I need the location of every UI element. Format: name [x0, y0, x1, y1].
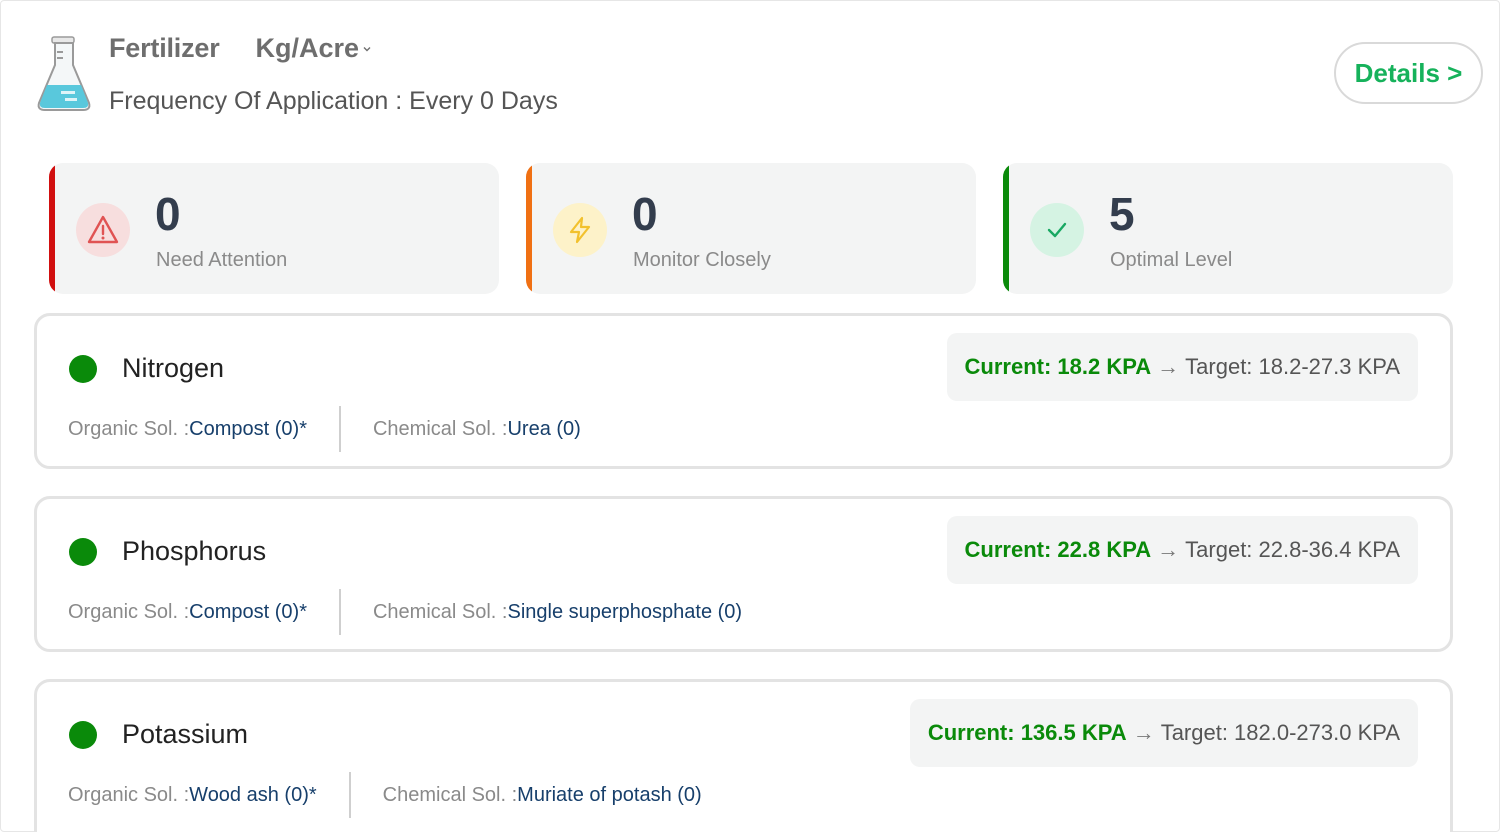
organic-solution-link[interactable]: Compost (0)* — [189, 601, 307, 624]
status-count: 0 — [155, 188, 181, 240]
chevron-down-icon — [363, 46, 371, 51]
status-bar-green — [1003, 163, 1009, 294]
arrow-right-icon: → — [1157, 354, 1180, 379]
divider — [338, 589, 341, 635]
level-pill: Current: 22.8 KPA → Target: 22.8-36.4 KP… — [946, 516, 1418, 584]
target-range: Target: 182.0-273.0 KPA — [1160, 720, 1400, 745]
current-level: Current: 136.5 KPA — [927, 720, 1127, 745]
unit-dropdown-value: Kg/Acre — [255, 33, 360, 63]
chemical-solution-link[interactable]: Muriate of potash (0) — [517, 784, 702, 807]
status-count: 5 — [1109, 188, 1135, 240]
status-card-need-attention[interactable]: 0 Need Attention — [49, 163, 499, 294]
chemical-solution-link[interactable]: Urea (0) — [507, 418, 580, 441]
frequency-value: Every 0 Days — [409, 87, 558, 115]
status-count: 0 — [632, 188, 658, 240]
flask-icon — [37, 36, 91, 111]
solutions-row: Organic Sol. : Wood ash (0)* Chemical So… — [68, 772, 702, 818]
status-dot — [69, 538, 97, 566]
solutions-row: Organic Sol. : Compost (0)* Chemical Sol… — [68, 406, 581, 452]
status-bar-red — [49, 163, 55, 294]
nutrient-card-potassium[interactable]: Potassium Organic Sol. : Wood ash (0)* C… — [34, 679, 1453, 832]
status-label: Need Attention — [156, 249, 288, 271]
target-range: Target: 18.2-27.3 KPA — [1185, 354, 1400, 379]
nutrient-card-phosphorus[interactable]: Phosphorus Organic Sol. : Compost (0)* C… — [34, 496, 1453, 652]
status-label: Monitor Closely — [633, 249, 771, 271]
divider — [348, 772, 351, 818]
chemical-label: Chemical Sol. : — [372, 600, 508, 623]
target-range: Target: 22.8-36.4 KPA — [1185, 537, 1400, 562]
nutrient-card-nitrogen[interactable]: Nitrogen Organic Sol. : Compost (0)* Che… — [34, 313, 1453, 469]
organic-label: Organic Sol. : — [68, 783, 190, 806]
nutrient-name: Potassium — [122, 719, 249, 749]
solutions-row: Organic Sol. : Compost (0)* Chemical Sol… — [68, 589, 742, 635]
arrow-right-icon: → — [1132, 720, 1155, 745]
header-title-row: Fertilizer Kg/Acre — [109, 33, 372, 64]
unit-dropdown[interactable]: Kg/Acre — [256, 33, 373, 64]
organic-label: Organic Sol. : — [68, 600, 190, 623]
status-label: Optimal Level — [1110, 249, 1233, 271]
organic-label: Organic Sol. : — [68, 417, 190, 440]
status-dot — [69, 355, 97, 383]
status-dot — [69, 721, 97, 749]
check-icon — [1030, 203, 1084, 257]
nutrient-name: Phosphorus — [122, 536, 267, 566]
details-button[interactable]: Details > — [1334, 42, 1483, 104]
current-level: Current: 18.2 KPA — [964, 354, 1152, 379]
fertilizer-panel: Fertilizer Kg/Acre Frequency Of Applicat… — [0, 0, 1500, 832]
page-title: Fertilizer — [109, 33, 220, 63]
chemical-label: Chemical Sol. : — [382, 783, 518, 806]
warning-icon — [76, 203, 130, 257]
status-card-monitor-closely[interactable]: 0 Monitor Closely — [526, 163, 976, 294]
organic-solution-link[interactable]: Wood ash (0)* — [189, 784, 316, 807]
organic-solution-link[interactable]: Compost (0)* — [189, 418, 307, 441]
level-pill: Current: 18.2 KPA → Target: 18.2-27.3 KP… — [946, 333, 1418, 401]
arrow-right-icon: → — [1157, 537, 1180, 562]
status-card-optimal-level[interactable]: 5 Optimal Level — [1003, 163, 1453, 294]
frequency-text: Frequency Of Application : Every 0 Days — [109, 87, 558, 116]
chemical-label: Chemical Sol. : — [372, 417, 508, 440]
nutrient-name: Nitrogen — [122, 353, 225, 383]
bolt-icon — [553, 203, 607, 257]
level-pill: Current: 136.5 KPA → Target: 182.0-273.0… — [909, 699, 1418, 767]
divider — [338, 406, 341, 452]
chemical-solution-link[interactable]: Single superphosphate (0) — [507, 601, 742, 624]
status-bar-orange — [526, 163, 532, 294]
frequency-label: Frequency Of Application : — [109, 87, 410, 115]
current-level: Current: 22.8 KPA — [964, 537, 1152, 562]
